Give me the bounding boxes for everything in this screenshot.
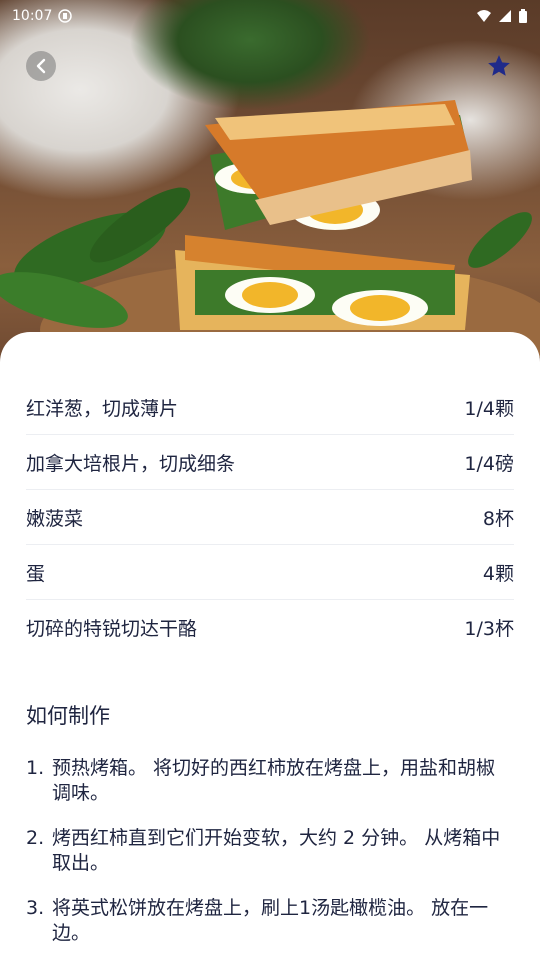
ingredient-name: 嫩菠菜	[26, 507, 84, 530]
ingredient-row: 蛋 4颗	[26, 545, 514, 600]
ingredient-name: 加拿大培根片，切成细条	[26, 452, 236, 475]
recipe-hero-image	[0, 0, 540, 380]
ingredient-amount: 1/4颗	[464, 397, 514, 420]
star-icon[interactable]	[486, 53, 512, 79]
cell-signal-icon	[499, 10, 511, 22]
ingredient-name: 红洋葱，切成薄片	[26, 397, 179, 420]
ingredient-name: 蛋	[26, 562, 46, 585]
ingredient-amount: 1/3杯	[464, 618, 514, 640]
ingredients-list: 红洋葱，切成薄片 1/4颗 加拿大培根片，切成细条 1/4磅 嫩菠菜 8杯 蛋 …	[26, 380, 514, 655]
step-text: 预热烤箱。 将切好的西红柿放在烤盘上，用盐和胡椒调味。	[52, 757, 496, 804]
step-text: 烤西红柿直到它们开始变软，大约 2 分钟。 从烤箱中取出。	[52, 827, 501, 874]
step-number: 1.	[26, 757, 45, 779]
ingredient-row: 嫩菠菜 8杯	[26, 490, 514, 545]
wifi-icon	[477, 10, 491, 22]
ingredient-name: 切碎的特锐切达干酪	[26, 618, 198, 640]
ingredient-row: 红洋葱，切成薄片 1/4颗	[26, 380, 514, 435]
method-step: 3. 将英式松饼放在烤盘上，刷上1汤匙橄榄油。 放在一边。	[26, 896, 512, 946]
ingredient-amount: 4颗	[482, 562, 514, 585]
sandwich-illustration	[0, 100, 540, 380]
method-steps-list: 1. 预热烤箱。 将切好的西红柿放在烤盘上，用盐和胡椒调味。 2. 烤西红柿直到…	[26, 756, 512, 966]
step-number: 2.	[26, 827, 45, 849]
ingredient-row: 切碎的特锐切达干酪 1/3杯	[26, 600, 514, 655]
step-text: 将英式松饼放在烤盘上，刷上1汤匙橄榄油。 放在一边。	[52, 897, 489, 944]
status-bar: 10:07	[0, 0, 540, 32]
step-number: 3.	[26, 897, 45, 919]
method-section-title: 如何制作	[26, 704, 110, 728]
battery-icon	[519, 8, 527, 23]
method-step: 1. 预热烤箱。 将切好的西红柿放在烤盘上，用盐和胡椒调味。	[26, 756, 512, 806]
ingredient-amount: 8杯	[482, 507, 514, 530]
notification-icon	[58, 9, 73, 23]
ingredient-amount: 1/4磅	[464, 452, 514, 475]
back-button[interactable]	[26, 51, 56, 81]
ingredient-row: 加拿大培根片，切成细条 1/4磅	[26, 435, 514, 490]
chevron-left-icon	[36, 58, 46, 74]
status-time: 10:07	[12, 8, 53, 24]
method-step: 2. 烤西红柿直到它们开始变软，大约 2 分钟。 从烤箱中取出。	[26, 826, 512, 876]
